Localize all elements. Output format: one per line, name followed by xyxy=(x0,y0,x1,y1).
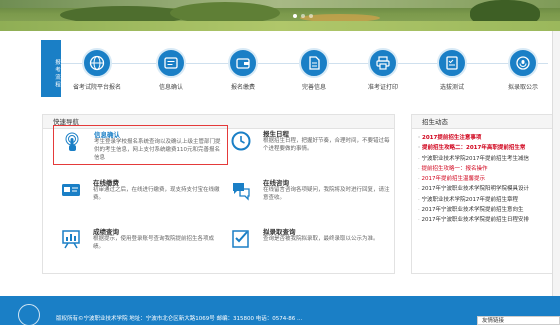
card-description: 根据招生日程，把握好节奏，合理时间，不要错过每个进程要做的事情。 xyxy=(263,138,390,152)
process-step-complete-info[interactable]: 完善信息 xyxy=(284,48,344,91)
application-process: 报考流程 省考试院平台报名 信息确认 报名缴费 完善信息 准考证打印 选拔测试 … xyxy=(41,40,560,97)
quick-nav-score-query[interactable]: 成绩查询 根据提示，使用登录账号查询我院提前招生各项成绩。 xyxy=(53,223,228,263)
checklist-icon xyxy=(229,227,253,251)
footer-text: 版权所有©宁波职业技术学院 地址：宁波市北仑区新大路1069号 邮编：31580… xyxy=(56,316,303,322)
friend-links-select[interactable]: 友情链接 xyxy=(477,316,560,325)
payment-card-icon xyxy=(59,178,83,202)
process-step-label: 信息确认 xyxy=(158,84,183,91)
printer-icon xyxy=(368,48,398,78)
news-title: 招生动态 xyxy=(412,115,559,129)
process-step-label: 完善信息 xyxy=(301,84,326,91)
card-description: 考生登录学校报名系统查询以及确认上级主管部门提供的考生信息，网上支付系统缴费11… xyxy=(94,139,221,161)
news-item[interactable]: 2017年宁波职业技术学院提前招生日程安排 xyxy=(418,215,559,225)
process-label: 报考流程 xyxy=(41,40,61,97)
process-step-label: 省考试院平台报名 xyxy=(72,84,121,91)
carousel-dot[interactable] xyxy=(309,14,313,18)
news-item[interactable]: 提前招生攻略一：报名操作 xyxy=(418,164,559,174)
process-step-register[interactable]: 省考试院平台报名 xyxy=(67,48,127,91)
score-board-icon xyxy=(59,227,83,251)
process-step-label: 拟录取公示 xyxy=(507,84,538,91)
info-icon xyxy=(156,48,186,78)
school-logo xyxy=(18,304,40,325)
news-item[interactable]: 提前招生攻略二：2017年高职提前招生常 xyxy=(418,143,559,153)
news-item[interactable]: 2017年宁波职业技术学院提前招生意向生 xyxy=(418,205,559,215)
process-step-payment[interactable]: 报名缴费 xyxy=(213,48,273,91)
process-step-label: 报名缴费 xyxy=(230,84,255,91)
quick-nav-schedule[interactable]: 报生日程 根据招生日程，把握好节奏，合理时间，不要错过每个进程要做的事情。 xyxy=(223,125,398,165)
admission-news-panel: 招生动态 2017提前招生注意事项 提前招生攻略二：2017年高职提前招生常 宁… xyxy=(411,114,560,274)
process-step-admission-notice[interactable]: 拟录取公示 xyxy=(493,48,553,91)
news-item[interactable]: 宁波职业技术学院2017年提前招生考生减信 xyxy=(418,154,559,164)
card-description: 初审通过之后，在线进行缴费，现支持支付宝在线缴费。 xyxy=(93,187,220,201)
page-scrollbar[interactable] xyxy=(552,31,560,296)
process-step-selection-test[interactable]: 选拔测试 xyxy=(422,48,482,91)
quick-nav-online-consult[interactable]: 在线咨询 在线留言咨询各项疑问，我院将及时进行回复，请注意查收。 xyxy=(223,174,398,214)
process-step-label: 准考证打印 xyxy=(367,84,398,91)
quick-nav-online-payment[interactable]: 在线缴费 初审通过之后，在线进行缴费，现支持支付宝在线缴费。 xyxy=(53,174,228,214)
process-step-confirm[interactable]: 信息确认 xyxy=(141,48,201,91)
news-item[interactable]: 2017提前招生注意事项 xyxy=(418,133,559,143)
card-description: 查询是否被我院拟录取，最终录取以公示为准。 xyxy=(263,236,379,242)
quick-nav-info-confirm[interactable]: 信息确认 考生登录学校报名系统查询以及确认上级主管部门提供的考生信息，网上支付系… xyxy=(53,125,228,165)
wallet-icon xyxy=(228,48,258,78)
quick-nav-panel: 快速导航 信息确认 考生登录学校报名系统查询以及确认上级主管部门提供的考生信息，… xyxy=(42,114,395,274)
news-item[interactable]: 2017年宁波职业技术学院阳明学院模具设计 xyxy=(418,184,559,194)
carousel-dot[interactable] xyxy=(293,14,297,18)
news-item[interactable]: 宁波职业技术学院2017年提前招生章程 xyxy=(418,195,559,205)
clock-icon xyxy=(229,129,253,153)
chat-icon xyxy=(229,178,253,202)
announcement-icon xyxy=(508,48,538,78)
carousel-dot[interactable] xyxy=(301,14,305,18)
process-step-print-ticket[interactable]: 准考证打印 xyxy=(353,48,413,91)
news-list: 2017提前招生注意事项 提前招生攻略二：2017年高职提前招生常 宁波职业技术… xyxy=(412,129,559,226)
process-step-label: 选拔测试 xyxy=(439,84,464,91)
quick-nav-admission-query[interactable]: 拟录取查询 查询是否被我院拟录取，最终录取以公示为准。 xyxy=(223,223,398,263)
news-item[interactable]: 2017年提前招生温馨提示 xyxy=(418,174,559,184)
campus-banner xyxy=(0,0,560,31)
globe-icon xyxy=(82,48,112,78)
touch-hand-icon xyxy=(60,130,84,154)
carousel-dots[interactable] xyxy=(293,14,313,18)
page-footer: 版权所有©宁波职业技术学院 地址：宁波市北仑区新大路1069号 邮编：31580… xyxy=(0,296,560,325)
card-description: 根据提示，使用登录账号查询我院提前招生各项成绩。 xyxy=(93,236,215,250)
card-description: 在线留言咨询各项疑问，我院将及时进行回复，请注意查收。 xyxy=(263,187,390,201)
document-icon xyxy=(299,48,329,78)
test-icon xyxy=(437,48,467,78)
